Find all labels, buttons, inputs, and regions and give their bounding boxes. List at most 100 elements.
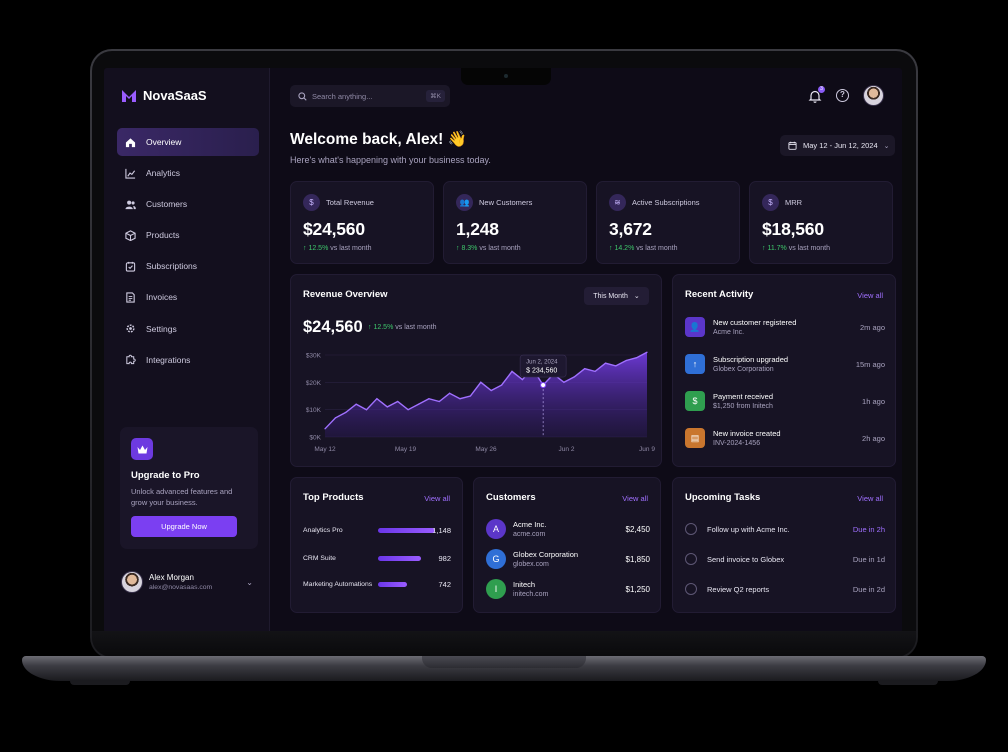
data-point bbox=[594, 370, 596, 372]
puzzle-icon bbox=[126, 354, 136, 365]
revenue-overview-panel: Revenue Overview This Month ⌄ $24,560 ↑ 1… bbox=[290, 274, 662, 467]
brand[interactable]: NovaSaaS bbox=[121, 88, 207, 103]
topbar-actions: 3 ? bbox=[808, 85, 884, 106]
chart-icon bbox=[125, 168, 136, 179]
sidebar-item-settings[interactable]: Settings bbox=[117, 315, 259, 343]
revenue-area-chart[interactable]: $0K $10K $20K $30K May 12 May 19 May 26 Jun 2 Ju… bbox=[291, 345, 663, 465]
activity-time: 1h ago bbox=[862, 396, 885, 406]
activity-detail: INV-2024-1456 bbox=[713, 440, 761, 447]
customer-name: Initech bbox=[513, 580, 536, 589]
stat-change-percent: 11.7% bbox=[767, 245, 787, 252]
sidebar-item-customers[interactable]: Customers bbox=[117, 190, 259, 218]
date-range-picker[interactable]: May 12 - Jun 12, 2024 ⌄ bbox=[780, 135, 895, 156]
stat-value: 1,248 bbox=[456, 219, 499, 239]
laptop-chin bbox=[92, 631, 916, 656]
stat-card-new-customers[interactable]: 👥 New Customers 1,248 ↑ 8.3% vs last mont… bbox=[443, 181, 587, 264]
sidebar-item-label: Customers bbox=[146, 199, 188, 210]
activity-view-all-link[interactable]: View all bbox=[857, 291, 883, 300]
upgrade-description: Unlock advanced features and grow your b… bbox=[131, 487, 233, 507]
task-checkbox[interactable] bbox=[685, 553, 697, 565]
stat-value: $18,560 bbox=[762, 219, 824, 239]
task-row[interactable]: Follow up with Acme Inc. Due in 2h bbox=[685, 522, 885, 536]
chevron-down-icon[interactable]: ⌄ bbox=[246, 578, 253, 587]
profile-avatar[interactable] bbox=[863, 85, 884, 106]
activity-time: 2h ago bbox=[862, 433, 885, 443]
sidebar-item-overview[interactable]: Overview bbox=[117, 128, 259, 156]
search-input[interactable]: Search anything... ⌘K bbox=[290, 85, 450, 107]
x-tick-label: Jun 9 bbox=[639, 446, 655, 453]
date-range-label: May 12 - Jun 12, 2024 bbox=[803, 141, 878, 150]
upgrade-now-button[interactable]: Upgrade Now bbox=[131, 516, 237, 537]
sidebar-item-subscriptions[interactable]: Subscriptions bbox=[117, 252, 259, 280]
help-icon[interactable]: ? bbox=[836, 89, 849, 102]
bell-icon[interactable]: 3 bbox=[808, 85, 825, 103]
customer-avatar: G bbox=[486, 549, 506, 569]
data-point bbox=[625, 359, 627, 362]
activity-title: Subscription upgraded bbox=[713, 355, 789, 364]
customer-avatar: I bbox=[486, 579, 506, 599]
data-point bbox=[636, 357, 638, 359]
stat-card-active-subscriptions[interactable]: ≋ Active Subscriptions 3,672 ↑ 14.2% vs l… bbox=[596, 181, 740, 264]
list-item[interactable]: $ Payment received $1,250 from Initech 1h… bbox=[685, 389, 885, 413]
stat-change: ↑ 11.7% vs last month bbox=[762, 245, 880, 252]
data-point bbox=[355, 403, 357, 405]
box-icon bbox=[125, 230, 136, 241]
data-point bbox=[563, 381, 565, 383]
task-checkbox[interactable] bbox=[685, 583, 697, 595]
tasks-view-all-link[interactable]: View all bbox=[857, 494, 883, 503]
user-menu[interactable]: Alex Morgan alex@novasaas.com ⌄ bbox=[121, 571, 253, 593]
list-item[interactable]: I Initech initech.com $1,250 bbox=[486, 578, 650, 600]
laptop-lid: NovaSaaS Overview Analytics Customers Pr… bbox=[90, 49, 918, 659]
user-email: alex@novasaas.com bbox=[149, 584, 213, 591]
product-value: 1,148 bbox=[432, 525, 451, 535]
stat-change-percent: 8.3% bbox=[461, 245, 478, 252]
list-item[interactable]: 👤 New customer registered Acme Inc. 2m ag… bbox=[685, 315, 885, 339]
revenue-title: Revenue Overview bbox=[303, 289, 388, 300]
data-point bbox=[500, 384, 503, 386]
upcoming-tasks-panel: Upcoming Tasks View all Follow up with A… bbox=[672, 477, 896, 613]
activity-title: Recent Activity bbox=[685, 289, 754, 300]
product-bar bbox=[378, 527, 435, 533]
task-checkbox[interactable] bbox=[685, 523, 697, 535]
camera-icon bbox=[504, 74, 508, 78]
activity-detail: $1,250 from Initech bbox=[713, 403, 773, 410]
tooltip-date: Jun 2, 2024 bbox=[526, 360, 558, 366]
revenue-change: ↑ 12.5% vs last month bbox=[368, 324, 437, 331]
list-item[interactable]: Analytics Pro 1,148 bbox=[303, 524, 451, 536]
stat-card-total-revenue[interactable]: $ Total Revenue $24,560 ↑ 12.5% vs last m… bbox=[290, 181, 434, 264]
activity-detail: Globex Corporation bbox=[713, 366, 774, 373]
data-point bbox=[615, 365, 617, 367]
activity-title: Payment received bbox=[713, 392, 774, 401]
task-row[interactable]: Review Q2 reports Due in 2d bbox=[685, 582, 885, 596]
list-item[interactable]: G Globex Corporation globex.com $1,850 bbox=[486, 548, 650, 570]
task-row[interactable]: Send invoice to Globex Due in 1d bbox=[685, 552, 885, 566]
chevron-down-icon: ⌄ bbox=[633, 293, 640, 300]
list-item[interactable]: ↑ Subscription upgraded Globex Corporatio… bbox=[685, 352, 885, 376]
data-point bbox=[407, 409, 409, 411]
top-products-panel: Top Products View all Analytics Pro 1,14… bbox=[290, 477, 463, 613]
laptop-base bbox=[22, 656, 986, 681]
list-item[interactable]: ▤ New invoice created INV-2024-1456 2h ag… bbox=[685, 426, 885, 450]
data-point bbox=[449, 392, 451, 394]
product-value: 742 bbox=[438, 579, 451, 589]
customer-domain: acme.com bbox=[513, 531, 546, 538]
list-item[interactable]: CRM Suite 982 bbox=[303, 552, 451, 564]
activity-detail: Acme Inc. bbox=[713, 329, 745, 336]
product-value: 982 bbox=[438, 553, 451, 563]
sidebar-item-invoices[interactable]: Invoices bbox=[117, 283, 259, 311]
list-item[interactable]: Marketing Automations 742 bbox=[303, 578, 451, 590]
sidebar-item-products[interactable]: Products bbox=[117, 221, 259, 249]
activity-time: 15m ago bbox=[855, 359, 885, 369]
sidebar-item-integrations[interactable]: Integrations bbox=[117, 346, 259, 374]
period-select[interactable]: This Month ⌄ bbox=[584, 287, 649, 305]
sidebar-item-label: Subscriptions bbox=[146, 261, 198, 272]
data-point bbox=[438, 400, 440, 403]
sidebar-item-analytics[interactable]: Analytics bbox=[117, 159, 259, 187]
stat-card-mrr[interactable]: $ MRR $18,560 ↑ 11.7% vs last month bbox=[749, 181, 893, 264]
data-point bbox=[480, 381, 482, 383]
sidebar-item-label: Invoices bbox=[146, 292, 178, 303]
list-item[interactable]: A Acme Inc. acme.com $2,450 bbox=[486, 518, 650, 540]
products-view-all-link[interactable]: View all bbox=[424, 494, 450, 503]
data-point bbox=[459, 398, 461, 400]
customers-view-all-link[interactable]: View all bbox=[622, 494, 648, 503]
